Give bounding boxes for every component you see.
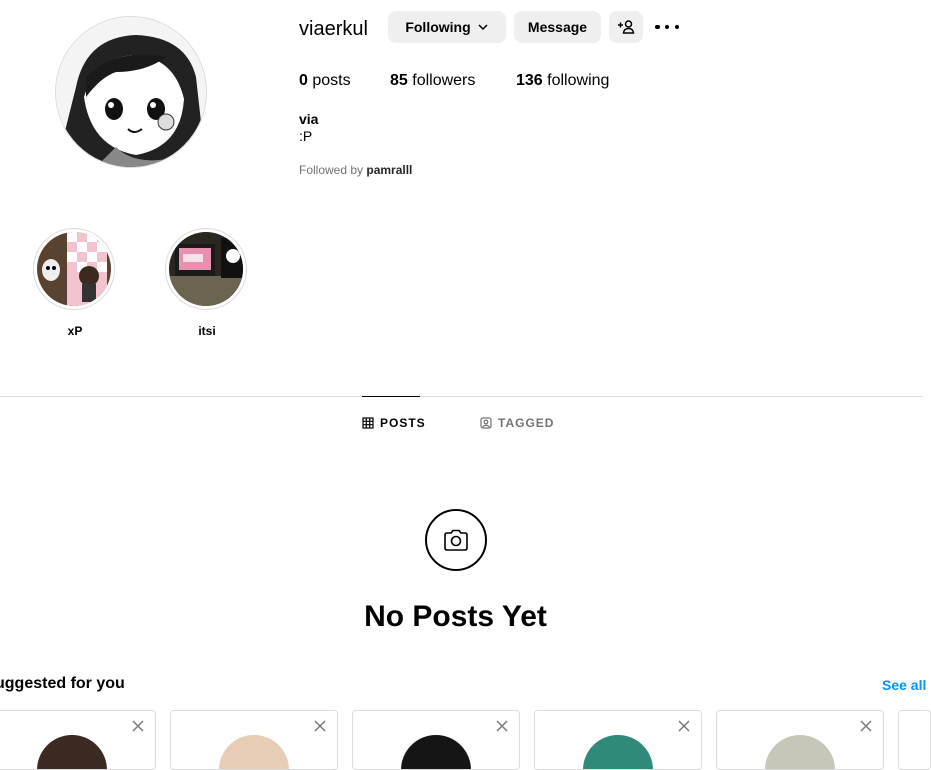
suggested-card[interactable] xyxy=(534,710,702,770)
close-icon[interactable] xyxy=(313,719,327,733)
highlight-xp[interactable]: xP xyxy=(33,228,117,338)
followers-link[interactable]: 85 followers xyxy=(390,72,475,90)
suggested-avatar xyxy=(583,735,653,769)
grid-icon xyxy=(362,417,374,429)
followed-by-prefix: Followed by xyxy=(299,163,364,177)
full-name: via xyxy=(299,111,319,127)
empty-state-title: No Posts Yet xyxy=(364,600,547,633)
chevron-down-icon xyxy=(478,24,488,31)
followed-by-user[interactable]: pamralll xyxy=(366,163,412,177)
suggested-avatar xyxy=(765,735,835,769)
tab-tagged-label: TAGGED xyxy=(498,416,555,430)
close-icon[interactable] xyxy=(859,719,873,733)
highlight-ring xyxy=(33,228,115,310)
suggest-users-button[interactable] xyxy=(609,11,643,43)
tab-posts[interactable]: POSTS xyxy=(362,416,426,430)
following-link[interactable]: 136 following xyxy=(516,72,609,90)
close-icon[interactable] xyxy=(677,719,691,733)
posts-label: posts xyxy=(312,72,351,89)
following-button[interactable]: Following xyxy=(388,11,506,43)
highlight-label: itsi xyxy=(198,324,216,338)
close-icon[interactable] xyxy=(495,719,509,733)
profile-avatar[interactable] xyxy=(55,16,207,168)
active-tab-indicator xyxy=(362,396,420,397)
suggested-card[interactable] xyxy=(170,710,338,770)
highlight-image xyxy=(37,232,111,306)
avatar-image xyxy=(56,17,206,167)
suggested-avatar xyxy=(37,735,107,769)
suggested-avatar xyxy=(219,735,289,769)
following-count: 136 xyxy=(516,72,543,89)
highlight-ring xyxy=(165,228,247,310)
username: viaerkul xyxy=(299,18,368,40)
suggested-title: uggested for you xyxy=(0,675,125,692)
highlight-image xyxy=(169,232,243,306)
suggested-avatar xyxy=(401,735,471,769)
following-label: following xyxy=(547,72,610,89)
followed-by[interactable]: Followed by pamralll xyxy=(299,163,412,177)
highlight-itsi[interactable]: itsi xyxy=(165,228,249,338)
tabs-divider xyxy=(0,396,923,397)
tag-icon xyxy=(480,417,492,429)
highlight-label: xP xyxy=(67,324,83,338)
add-user-icon xyxy=(618,20,635,34)
more-options-button[interactable] xyxy=(655,17,679,37)
more-options-icon xyxy=(655,24,660,30)
suggested-card[interactable] xyxy=(716,710,884,770)
following-button-label: Following xyxy=(405,19,471,35)
message-button-label: Message xyxy=(527,19,588,35)
tab-posts-label: POSTS xyxy=(380,416,426,430)
suggested-card[interactable] xyxy=(352,710,520,770)
camera-icon-circle xyxy=(425,509,487,571)
followers-label: followers xyxy=(412,72,476,89)
tab-tagged[interactable]: TAGGED xyxy=(480,416,554,430)
bio-text: :P xyxy=(299,128,313,144)
camera-icon xyxy=(444,529,468,551)
posts-count: 0 xyxy=(299,72,308,89)
message-button[interactable]: Message xyxy=(514,11,601,43)
see-all-link[interactable]: See all xyxy=(882,677,926,693)
suggested-card[interactable] xyxy=(0,710,156,770)
close-icon[interactable] xyxy=(131,719,145,733)
posts-stat: 0 posts xyxy=(299,72,351,90)
followers-count: 85 xyxy=(390,72,408,89)
suggested-card[interactable] xyxy=(898,710,931,770)
